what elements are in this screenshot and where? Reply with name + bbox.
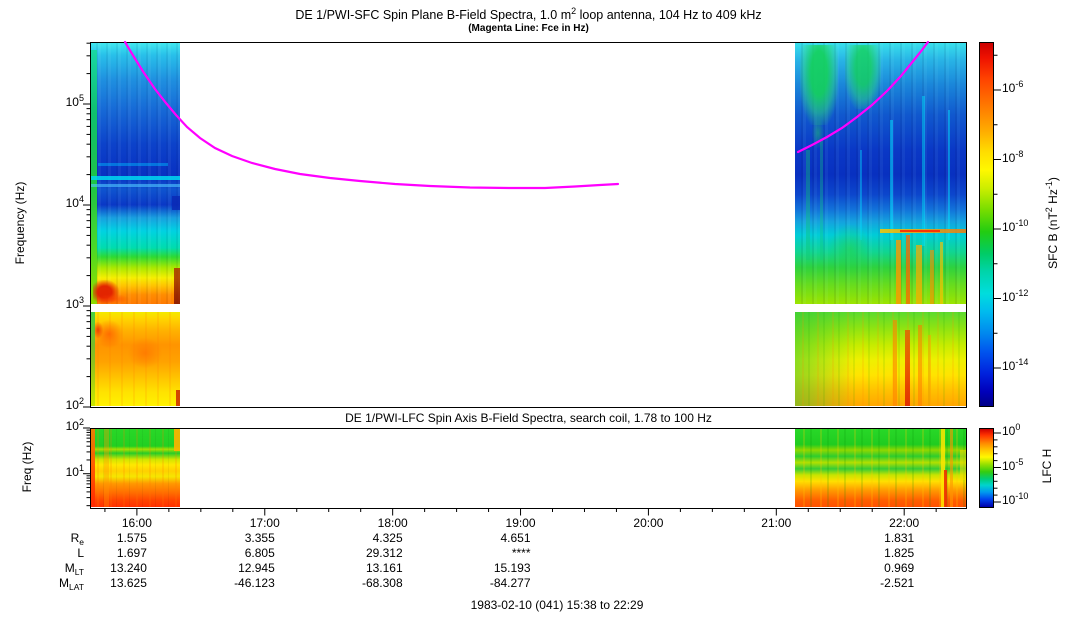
tick-label: 10-14 bbox=[1002, 357, 1029, 373]
tick-label: 10-10 bbox=[1002, 491, 1029, 507]
spectrogram-page: DE 1/PWI-SFC Spin Plane B-Field Spectra,… bbox=[0, 0, 1083, 620]
ephemeris-column: 4.651 **** 15.193 -84.277 bbox=[489, 531, 531, 590]
tick-label: 102 bbox=[65, 417, 84, 433]
tick-label: 103 bbox=[65, 295, 84, 311]
ephemeris-column: 3.355 6.805 12.945 -46.123 bbox=[234, 531, 275, 590]
tick-label: 101 bbox=[65, 463, 84, 479]
tick-label: 10-6 bbox=[1002, 79, 1024, 95]
time-tick-label: 18:00 bbox=[377, 516, 408, 530]
time-tick-label: 22:00 bbox=[889, 516, 920, 530]
tick-label: 102 bbox=[65, 396, 84, 412]
ephemeris-column: 4.325 29.312 13.161 -68.308 bbox=[361, 531, 403, 590]
tick-label: 100 bbox=[1002, 422, 1021, 438]
ephemeris-column: 1.831 1.825 0.969 -2.521 bbox=[880, 531, 915, 590]
ephemeris-column bbox=[706, 531, 786, 591]
time-tick-label: 16:00 bbox=[121, 516, 152, 530]
tick-label: 10-5 bbox=[1002, 457, 1024, 473]
tick-label: 10-12 bbox=[1002, 287, 1029, 304]
tick-label: 10-8 bbox=[1002, 148, 1024, 165]
time-tick-label: 21:00 bbox=[761, 516, 792, 530]
time-tick-label: 20:00 bbox=[633, 516, 664, 530]
tick-label: 105 bbox=[65, 93, 84, 109]
ephemeris-row-labels: Re L MLT MLAT bbox=[59, 531, 84, 592]
date-range-footer: 1983-02-10 (041) 15:38 to 22:29 bbox=[470, 598, 644, 612]
tick-label: 104 bbox=[65, 194, 84, 210]
ephemeris-column bbox=[578, 531, 658, 591]
time-tick-label: 19:00 bbox=[505, 516, 536, 530]
tick-label: 10-10 bbox=[1002, 218, 1029, 234]
labels-layer: 105 104 103 102 102 101 10-6 10-8 10-10 10-12 10-1… bbox=[0, 0, 1083, 620]
time-tick-label: 17:00 bbox=[249, 516, 280, 530]
